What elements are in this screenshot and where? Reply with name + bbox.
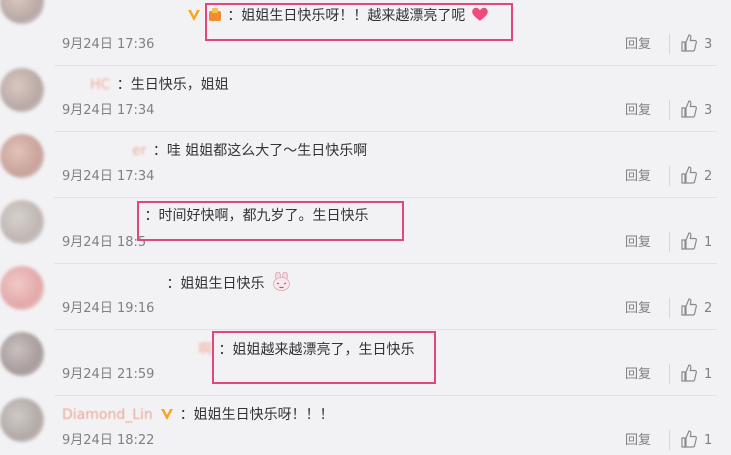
highlight-box bbox=[212, 331, 436, 384]
avatar[interactable] bbox=[0, 0, 44, 24]
divider bbox=[669, 34, 670, 54]
comment-time: 9月24日 19:16 bbox=[62, 301, 155, 316]
comment-text: ：姐姐生日快乐呀！！！ bbox=[179, 407, 334, 423]
divider bbox=[669, 364, 670, 384]
divider bbox=[669, 232, 670, 252]
comment-text: ：生日快乐，姐姐 bbox=[116, 77, 229, 93]
username[interactable]: Diamond_Lin bbox=[60, 405, 155, 425]
comment-line: Diamond_Lin ：姐姐生日快乐呀！！！ bbox=[60, 405, 711, 425]
thumbs-up-icon[interactable] bbox=[680, 363, 698, 383]
verified-v-icon bbox=[188, 10, 201, 21]
comment-item: Diamond_Lin ：姐姐生日快乐呀！！！ 9月24日 18:22 回复 1 bbox=[0, 396, 731, 455]
username[interactable]: er bbox=[60, 141, 148, 161]
avatar[interactable] bbox=[0, 266, 44, 310]
reply-button[interactable]: 回复 bbox=[625, 301, 651, 317]
divider bbox=[669, 100, 670, 120]
comment-line: er ：哇 姐姐都这么大了～生日快乐啊 bbox=[60, 141, 711, 161]
thumbs-up-icon[interactable] bbox=[680, 33, 698, 53]
like-count: 1 bbox=[704, 433, 713, 448]
reply-button[interactable]: 回复 bbox=[625, 235, 651, 251]
username[interactable]: 啊 bbox=[60, 340, 214, 360]
highlight-box bbox=[137, 201, 404, 241]
comment-time: 9月24日 17:34 bbox=[62, 169, 155, 184]
thumbs-up-icon[interactable] bbox=[680, 165, 698, 185]
like-count: 2 bbox=[704, 301, 713, 316]
comment-item: HC ：生日快乐，姐姐 9月24日 17:34 回复 3 bbox=[0, 66, 731, 132]
highlight-box bbox=[205, 3, 513, 41]
avatar[interactable] bbox=[0, 332, 44, 376]
thumbs-up-icon[interactable] bbox=[680, 429, 698, 449]
comment-time: 9月24日 17:34 bbox=[62, 103, 155, 118]
divider bbox=[669, 298, 670, 318]
comment-list: ：姐姐生日快乐呀！！越来越漂亮了呢 9月24日 17:36 回复 3 HC ：生… bbox=[0, 0, 731, 455]
comment-time: 9月24日 21:59 bbox=[62, 367, 155, 382]
reply-button[interactable]: 回复 bbox=[625, 169, 651, 185]
avatar[interactable] bbox=[0, 200, 44, 244]
comment-time: 9月24日 18:22 bbox=[62, 433, 155, 448]
reply-button[interactable]: 回复 bbox=[625, 103, 651, 119]
thumbs-up-icon[interactable] bbox=[680, 297, 698, 317]
bunny-emoji-icon bbox=[273, 272, 290, 291]
like-count: 3 bbox=[704, 37, 713, 52]
comment-text: ：哇 姐姐都这么大了～生日快乐啊 bbox=[152, 143, 368, 159]
reply-button[interactable]: 回复 bbox=[625, 367, 651, 383]
like-count: 2 bbox=[704, 169, 713, 184]
divider bbox=[669, 166, 670, 186]
reply-button[interactable]: 回复 bbox=[625, 433, 651, 449]
comment-item: ：姐姐生日快乐 9月24日 19:16 回复 2 bbox=[0, 264, 731, 330]
divider bbox=[669, 430, 670, 450]
comment-time: 9月24日 18:5 bbox=[62, 235, 147, 250]
comment-line: HC ：生日快乐，姐姐 bbox=[60, 75, 711, 95]
avatar[interactable] bbox=[0, 134, 44, 178]
comment-line: ：姐姐生日快乐 bbox=[60, 272, 711, 292]
avatar[interactable] bbox=[0, 68, 44, 112]
username[interactable]: HC bbox=[60, 75, 112, 95]
like-count: 3 bbox=[704, 103, 713, 118]
comment-text: ：姐姐生日快乐 bbox=[166, 276, 265, 292]
like-count: 1 bbox=[704, 235, 713, 250]
verified-v-icon bbox=[161, 409, 174, 420]
reply-button[interactable]: 回复 bbox=[625, 37, 651, 53]
like-count: 1 bbox=[704, 367, 713, 382]
avatar[interactable] bbox=[0, 398, 44, 442]
thumbs-up-icon[interactable] bbox=[680, 99, 698, 119]
thumbs-up-icon[interactable] bbox=[680, 231, 698, 251]
comment-time: 9月24日 17:36 bbox=[62, 37, 155, 52]
comment-item: er ：哇 姐姐都这么大了～生日快乐啊 9月24日 17:34 回复 2 bbox=[0, 132, 731, 198]
